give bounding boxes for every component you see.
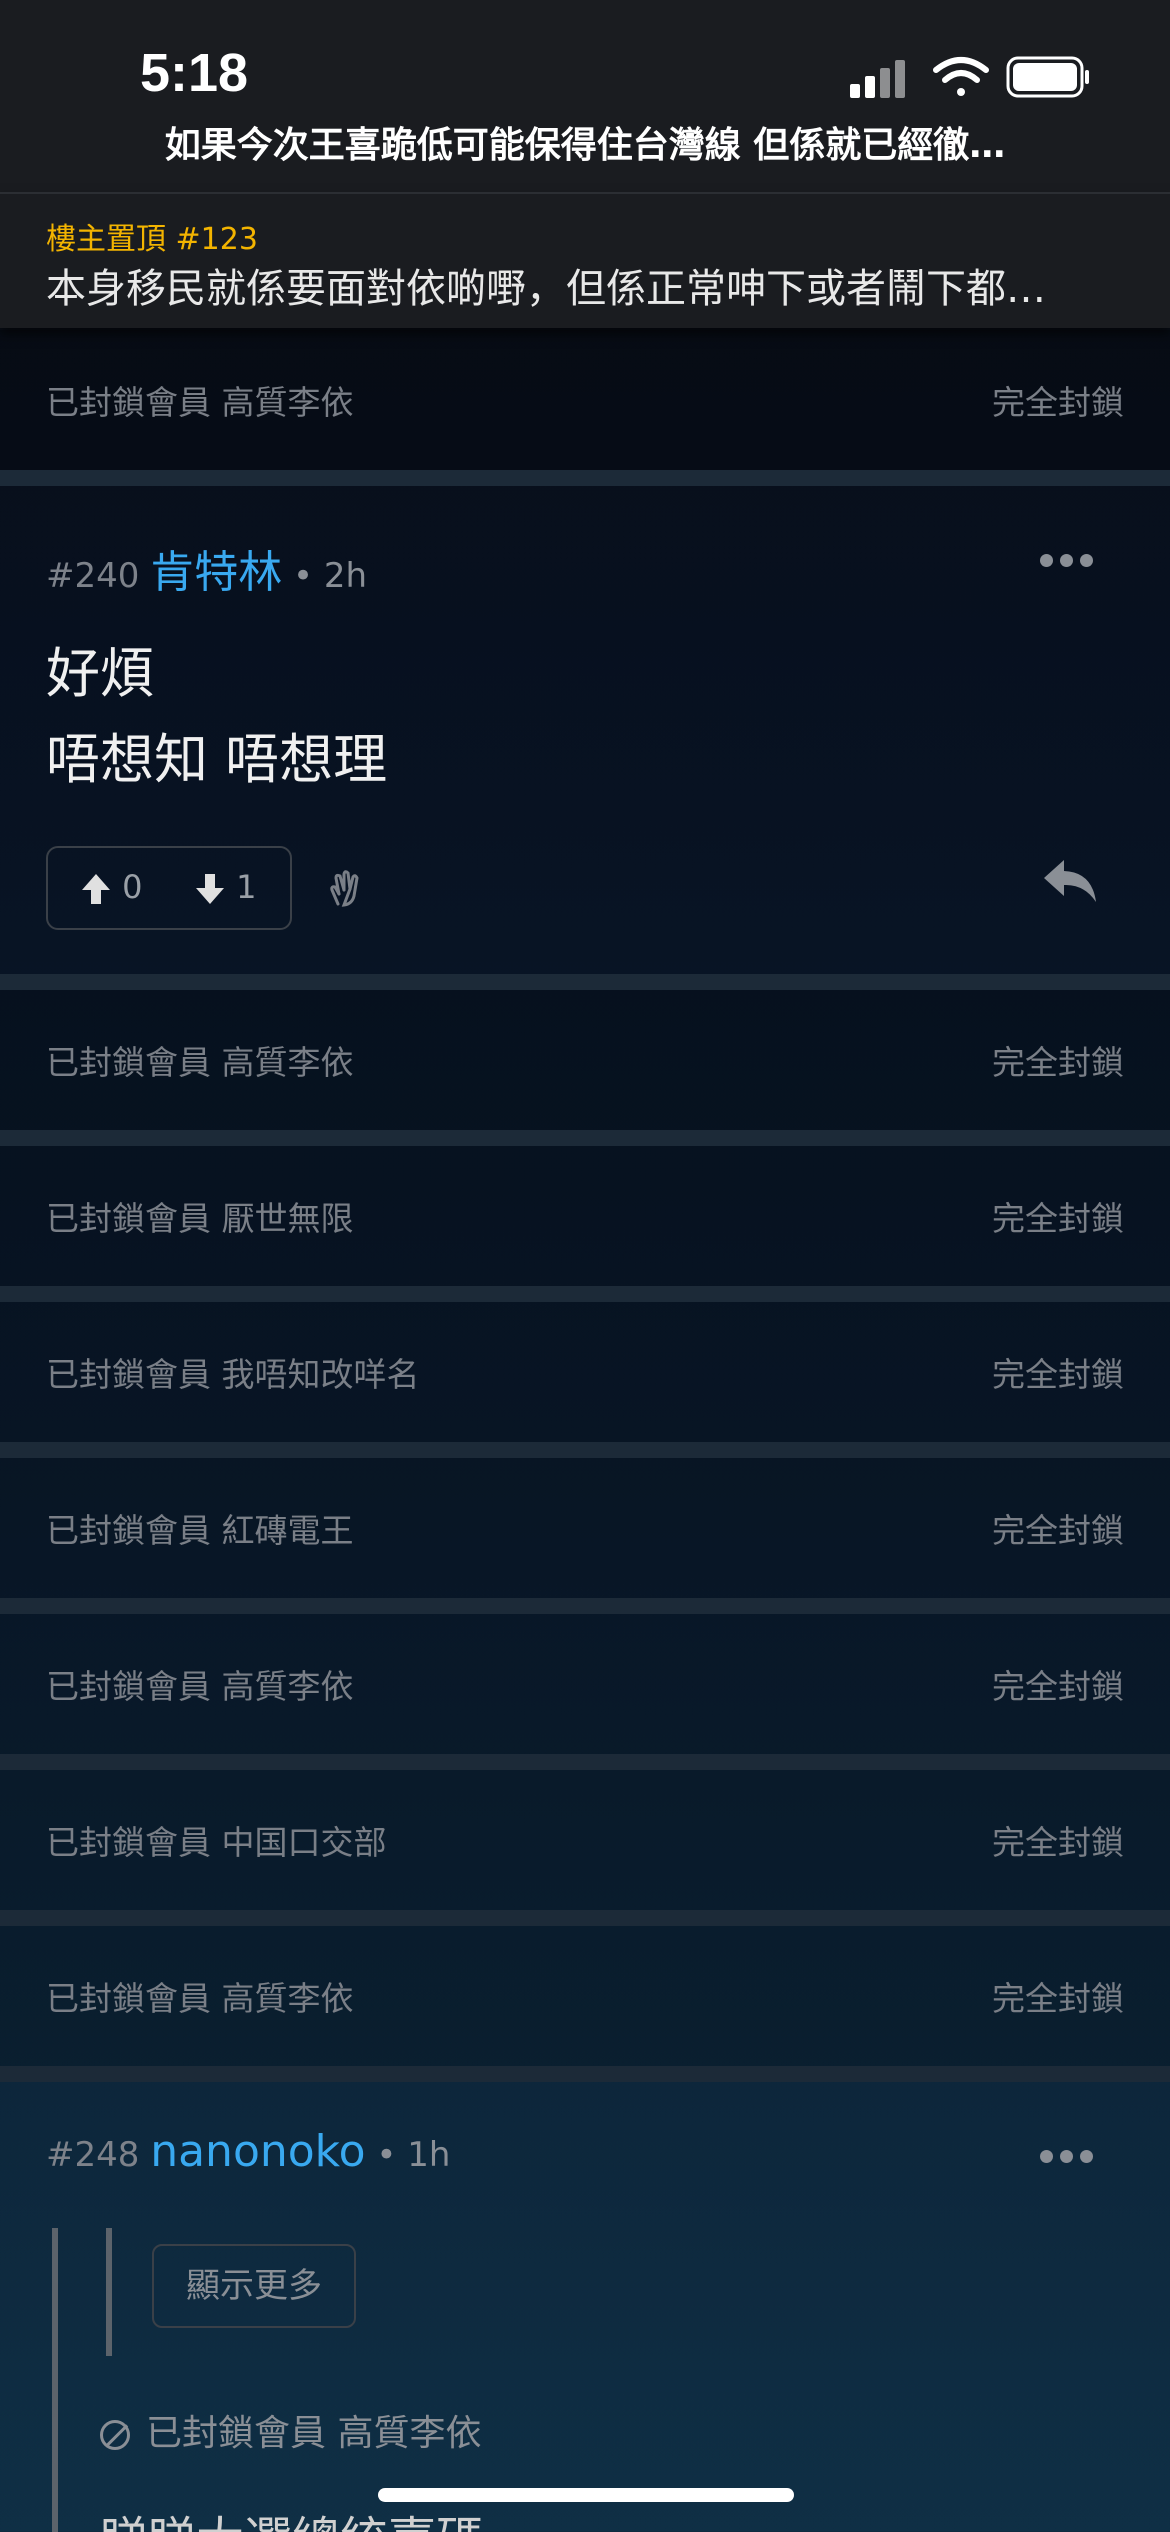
blocked-row[interactable]: 已封鎖會員 中国口交部 完全封鎖 (0, 1770, 1170, 1910)
arrow-up-icon (82, 874, 110, 904)
divider (0, 1130, 1170, 1146)
arrow-down-icon (196, 874, 224, 904)
blocked-member-label: 已封鎖會員 我唔知改咩名 (46, 1355, 420, 1394)
blocked-member-label: 已封鎖會員 高質李依 (46, 1043, 354, 1082)
post-username[interactable]: 肯特林 (150, 547, 282, 598)
upvote-button[interactable]: 0 (80, 868, 143, 906)
post-meta: #240 肯特林 • 2h (46, 536, 367, 600)
divider (0, 1910, 1170, 1926)
status-time: 5:18 (140, 43, 249, 103)
blocked-action: 完全封鎖 (992, 1511, 1124, 1550)
pinned-text: 本身移民就係要面對依啲嘢，但係正常呻下或者鬧下都… (46, 266, 1046, 312)
post-number: #248 (46, 2135, 140, 2175)
upvote-count: 0 (122, 868, 143, 906)
vote-box: 0 1 (46, 846, 292, 930)
blocked-member-label: 已封鎖會員 高質李依 (46, 1979, 354, 2018)
blocked-row[interactable]: 已封鎖會員 高質李依 完全封鎖 (0, 1926, 1170, 2066)
divider (0, 470, 1170, 486)
downvote-button[interactable]: 1 (194, 868, 257, 906)
post-meta: #248 nanonoko • 1h (46, 2126, 450, 2177)
post-time: 1h (407, 2135, 451, 2175)
divider (0, 1286, 1170, 1302)
blocked-action: 完全封鎖 (992, 1199, 1124, 1238)
blocked-member-label: 已封鎖會員 高質李依 (46, 383, 354, 422)
blocked-action: 完全封鎖 (992, 383, 1124, 422)
post-248: #248 nanonoko • 1h 顯示更多 已封鎖會員 高質李依 (0, 2082, 1170, 2532)
divider (0, 2066, 1170, 2082)
quote-bar-nested (106, 2228, 112, 2356)
blocked-icon (100, 2420, 130, 2450)
post-time: 2h (323, 556, 368, 596)
divider (0, 1598, 1170, 1614)
clap-icon[interactable] (326, 868, 366, 908)
meta-separator: • (293, 556, 314, 596)
blocked-action: 完全封鎖 (992, 1823, 1124, 1862)
divider (0, 1442, 1170, 1458)
blocked-action: 完全封鎖 (992, 1979, 1124, 2018)
blocked-action: 完全封鎖 (992, 1355, 1124, 1394)
divider (0, 974, 1170, 990)
signal-icon (850, 60, 905, 98)
post-content-line: 唔想知 唔想理 (46, 728, 388, 791)
top-bar: 5:18 如果今次王喜跪低可能保得住台灣線 但係就已經徹… (0, 0, 1170, 192)
divider (0, 1754, 1170, 1770)
blocked-member-label: 已封鎖會員 厭世無限 (46, 1199, 354, 1238)
blocked-member-label: 已封鎖會員 高質李依 (46, 1667, 354, 1706)
meta-separator: • (376, 2135, 397, 2175)
blocked-row[interactable]: 已封鎖會員 我唔知改咩名 完全封鎖 (0, 1302, 1170, 1442)
blocked-row[interactable]: 已封鎖會員 紅磚電王 完全封鎖 (0, 1458, 1170, 1598)
quoted-blocked-label: 已封鎖會員 高質李依 (146, 2413, 482, 2454)
blocked-row[interactable]: 已封鎖會員 高質李依 完全封鎖 (0, 990, 1170, 1130)
quote-bar (52, 2228, 58, 2532)
post-240: #240 肯特林 • 2h 好煩 唔想知 唔想理 0 1 (0, 486, 1170, 974)
blocked-member-label: 已封鎖會員 中国口交部 (46, 1823, 387, 1862)
blocked-row[interactable]: 已封鎖會員 厭世無限 完全封鎖 (0, 1146, 1170, 1286)
blocked-action: 完全封鎖 (992, 1043, 1124, 1082)
thread-title[interactable]: 如果今次王喜跪低可能保得住台灣線 但係就已經徹… (0, 116, 1170, 168)
post-content: 好煩 唔想知 唔想理 (46, 631, 387, 803)
pinned-post[interactable]: 樓主置頂 #123 本身移民就係要面對依啲嘢，但係正常呻下或者鬧下都… (0, 192, 1170, 328)
downvote-count: 1 (236, 868, 257, 906)
battery-icon (1006, 56, 1089, 98)
post-username[interactable]: nanonoko (150, 2126, 365, 2177)
post-number: #240 (46, 556, 140, 596)
quoted-blocked-member: 已封鎖會員 高質李依 (100, 2404, 481, 2456)
wifi-icon (933, 57, 989, 96)
reply-icon[interactable] (1040, 856, 1100, 906)
post-content-partial: 睇睇大選總統嘉碼 (100, 2500, 484, 2532)
more-options-icon[interactable] (1040, 552, 1100, 572)
blocked-row[interactable]: 已封鎖會員 高質李依 完全封鎖 (0, 1614, 1170, 1754)
more-options-icon[interactable] (1040, 2148, 1100, 2168)
post-content-line: 好煩 (46, 642, 154, 705)
pinned-label: 樓主置頂 #123 (46, 222, 258, 257)
home-indicator (378, 2488, 794, 2502)
show-more-button[interactable]: 顯示更多 (152, 2244, 356, 2328)
blocked-action: 完全封鎖 (992, 1667, 1124, 1706)
blocked-member-label: 已封鎖會員 紅磚電王 (46, 1511, 354, 1550)
status-icons (850, 56, 1089, 98)
blocked-row[interactable]: 已封鎖會員 高質李依 完全封鎖 (0, 330, 1170, 470)
